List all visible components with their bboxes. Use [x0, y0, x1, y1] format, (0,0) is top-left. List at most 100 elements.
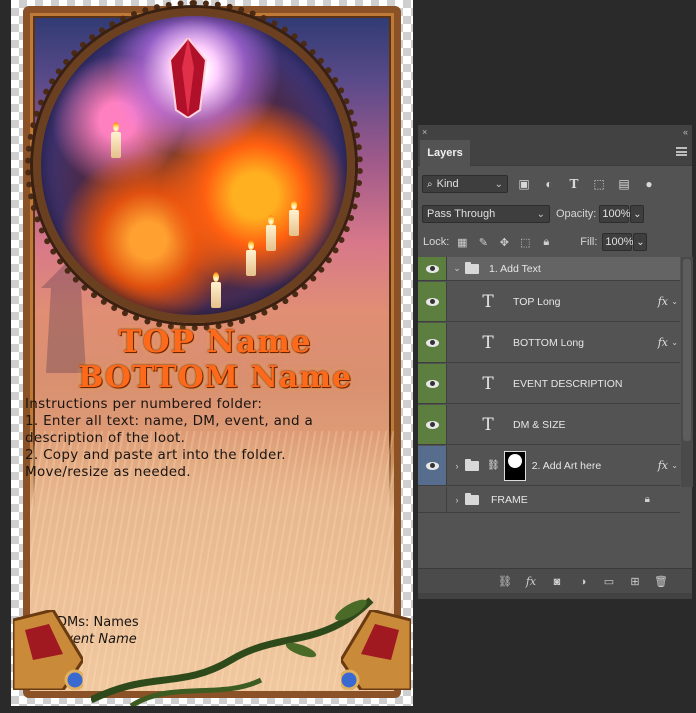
gold-corner-ornament-left: [13, 610, 83, 690]
fx-icon[interactable]: fx: [658, 459, 668, 472]
layer-top-long[interactable]: T TOP Long fx ⌄: [418, 282, 680, 322]
eye-icon: [425, 420, 439, 429]
chevron-down-icon[interactable]: ⌄: [451, 263, 463, 274]
lock-icon: 🔒︎: [644, 494, 650, 505]
lock-pixels-brush-icon[interactable]: ✎: [475, 234, 491, 250]
lock-label: Lock:: [423, 236, 450, 248]
delete-trash-icon[interactable]: 🗑︎: [652, 573, 670, 591]
folder-icon: [465, 492, 479, 505]
new-layer-icon[interactable]: ⊞: [626, 573, 644, 591]
instruction-line: Instructions per numbered folder:: [25, 396, 263, 412]
add-mask-icon[interactable]: ◙: [548, 573, 566, 591]
eye-icon: [425, 338, 439, 347]
chevron-right-icon[interactable]: ›: [451, 495, 463, 505]
collapse-icon[interactable]: «: [683, 127, 688, 137]
layers-scrollbar[interactable]: [681, 257, 693, 487]
new-adjustment-layer-icon[interactable]: ◑: [574, 573, 592, 591]
opacity-field[interactable]: 100%: [599, 205, 631, 223]
layer-event-description[interactable]: T EVENT DESCRIPTION: [418, 364, 680, 404]
fill-label: Fill:: [580, 236, 598, 248]
layer-group-frame[interactable]: › FRAME 🔒︎: [418, 487, 680, 513]
red-crystal-image: [168, 38, 208, 118]
chevron-down-icon[interactable]: ⌄: [671, 338, 678, 347]
visibility-toggle[interactable]: [418, 257, 447, 280]
text-layer-icon: T: [482, 414, 494, 435]
fill-dropdown[interactable]: ⌄: [633, 233, 648, 251]
layer-mask-thumbnail[interactable]: [503, 450, 526, 481]
layer-group-add-art[interactable]: › ⛓ 2. Add Art here fx ⌄: [418, 446, 680, 486]
candle-image: [111, 122, 121, 158]
layer-list: ⌄ 1. Add Text T TOP Long fx ⌄ T BOTTOM L…: [418, 257, 680, 513]
filter-type-icon[interactable]: T: [565, 175, 583, 193]
layer-name: DM & SIZE: [513, 418, 566, 431]
card-instructions: Instructions per numbered folder: 1. Ent…: [25, 396, 345, 481]
layer-name: TOP Long: [513, 295, 561, 308]
chevron-down-icon: ⌄: [633, 208, 642, 220]
lock-artboard-icon[interactable]: ⬚: [517, 234, 533, 250]
chevron-down-icon[interactable]: ⌄: [671, 297, 678, 306]
eye-icon: [425, 264, 439, 273]
filter-kind-select[interactable]: ⌕ Kind ⌄: [422, 175, 508, 193]
close-icon[interactable]: ×: [422, 127, 427, 137]
scrollbar-thumb[interactable]: [683, 259, 691, 441]
chevron-down-icon[interactable]: ⌄: [671, 461, 678, 470]
layers-panel: × « Layers ⌕ Kind ⌄ ▣ ◐ T ⬚ ▤ ● Pass Thr…: [417, 124, 693, 600]
opacity-dropdown[interactable]: ⌄: [630, 205, 645, 223]
new-group-folder-icon[interactable]: ▭: [600, 573, 618, 591]
lock-transparency-icon[interactable]: ▦: [454, 234, 470, 250]
fill-field[interactable]: 100%: [602, 233, 634, 251]
text-layer-icon: T: [482, 373, 494, 394]
chevron-down-icon: ⌄: [636, 236, 645, 248]
candle-image: [289, 200, 299, 236]
filter-pixel-icon[interactable]: ▣: [515, 175, 533, 193]
chevron-right-icon[interactable]: ›: [451, 461, 463, 471]
visibility-toggle[interactable]: [418, 323, 447, 362]
add-style-fx-icon[interactable]: fx: [522, 573, 540, 591]
folder-icon: [465, 458, 479, 471]
link-layers-icon[interactable]: ⛓: [496, 573, 514, 591]
filter-smart-object-icon[interactable]: ▤: [615, 175, 633, 193]
visibility-toggle[interactable]: [418, 364, 447, 403]
layer-name: 1. Add Text: [489, 262, 541, 275]
layers-panel-footer: ⛓ fx ◙ ◑ ▭ ⊞ 🗑︎: [418, 568, 692, 594]
candle-image: [211, 272, 221, 308]
blend-opacity-row: Pass Through ⌄ Opacity: 100% ⌄: [418, 203, 692, 225]
instruction-line: Move/resize as needed.: [25, 464, 191, 480]
eye-icon: [425, 379, 439, 388]
layer-name: BOTTOM Long: [513, 336, 584, 349]
layer-group-add-text[interactable]: ⌄ 1. Add Text: [418, 257, 680, 281]
layer-bottom-long[interactable]: T BOTTOM Long fx ⌄: [418, 323, 680, 363]
document-canvas[interactable]: TOP Name BOTTOM Name Instructions per nu…: [11, 0, 413, 706]
visibility-toggle[interactable]: [418, 487, 447, 512]
link-chain-icon[interactable]: ⛓: [487, 460, 500, 471]
card-bottom-name: BOTTOM Name: [77, 360, 353, 395]
lock-all-icon[interactable]: 🔒︎: [538, 234, 554, 250]
layer-name: 2. Add Art here: [531, 459, 602, 472]
text-layer-icon: T: [482, 332, 494, 353]
eye-icon: [425, 297, 439, 306]
blend-mode-select[interactable]: Pass Through ⌄: [422, 205, 550, 223]
candle-image: [246, 240, 256, 276]
panel-title-bar[interactable]: × «: [418, 125, 692, 138]
gold-corner-ornament-right: [341, 610, 411, 690]
panel-menu-icon[interactable]: [676, 147, 687, 156]
opacity-label: Opacity:: [556, 208, 597, 220]
filter-shape-icon[interactable]: ⬚: [590, 175, 608, 193]
visibility-toggle[interactable]: [418, 405, 447, 444]
filter-adjustment-icon[interactable]: ◐: [540, 175, 558, 193]
fx-icon[interactable]: fx: [658, 295, 668, 308]
tab-layers[interactable]: Layers: [420, 140, 470, 166]
filter-toggle-icon[interactable]: ●: [640, 175, 658, 193]
panel-resize-grip[interactable]: [418, 593, 692, 599]
layer-name: EVENT DESCRIPTION: [513, 377, 623, 390]
layer-dm-size[interactable]: T DM & SIZE: [418, 405, 680, 445]
chevron-down-icon: ⌄: [536, 209, 545, 220]
card-top-name: TOP Name: [118, 324, 312, 360]
visibility-toggle[interactable]: [418, 446, 447, 485]
fx-icon[interactable]: fx: [658, 336, 668, 349]
folder-icon: [465, 261, 479, 274]
lock-fill-row: Lock: ▦ ✎ ✥ ⬚ 🔒︎ Fill: 100% ⌄: [418, 231, 692, 253]
visibility-toggle[interactable]: [418, 282, 447, 321]
search-icon: ⌕: [427, 178, 433, 190]
lock-position-move-icon[interactable]: ✥: [496, 234, 512, 250]
